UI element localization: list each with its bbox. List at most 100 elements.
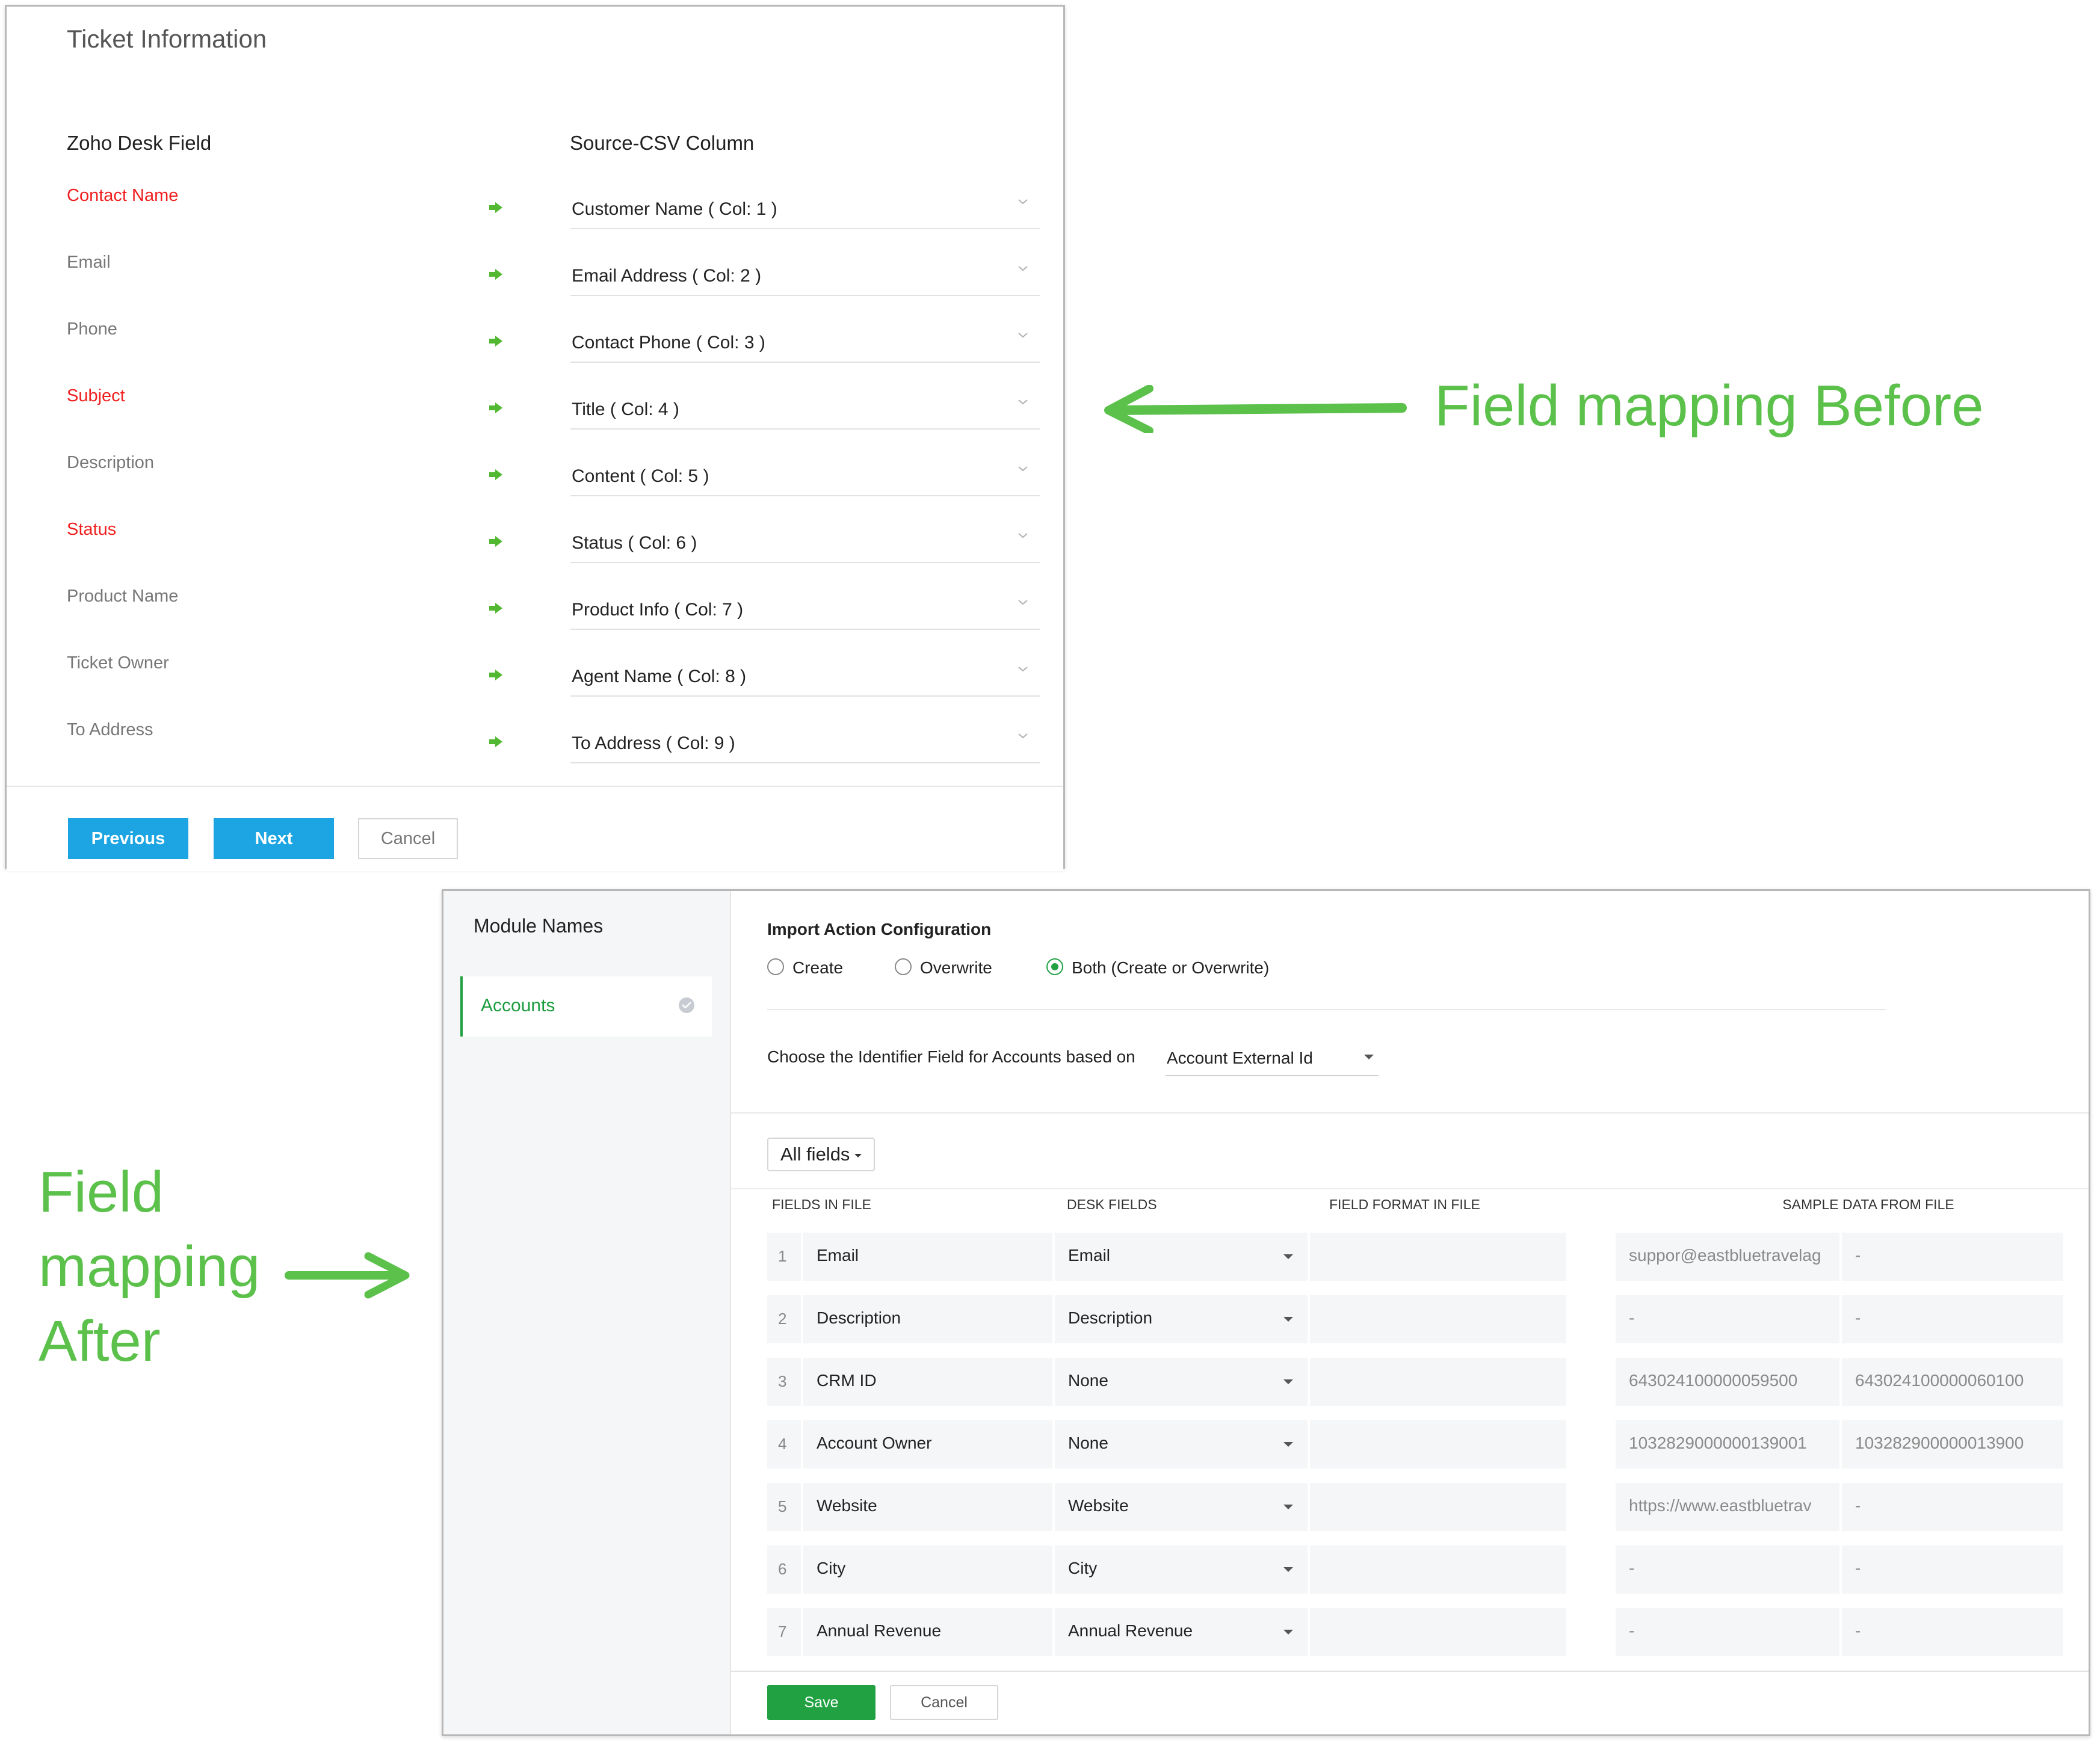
row-number: 4 (778, 1435, 787, 1453)
cancel-button[interactable]: Cancel (890, 1685, 998, 1720)
chevron-down-icon (1018, 266, 1028, 271)
desk-field-select[interactable]: Annual Revenue (1055, 1608, 1308, 1656)
csv-column-select[interactable]: To Address ( Col: 9 ) (570, 724, 1040, 763)
sample-data-value: 1032829000000139001 (1629, 1434, 1807, 1452)
sample-data-cell: - (1616, 1608, 1839, 1656)
module-sidebar: Module Names Accounts (443, 891, 731, 1734)
csv-column-select[interactable]: Email Address ( Col: 2 ) (570, 256, 1040, 296)
sample-data-cell: suppor@eastbluetravelag (1616, 1233, 1839, 1281)
desk-field-select[interactable]: None (1055, 1358, 1308, 1406)
file-field-cell: CRM ID (803, 1358, 1052, 1406)
field-format-cell (1310, 1608, 1566, 1656)
map-arrow-icon (489, 536, 502, 547)
column-header-desk-fields: DESK FIELDS (1067, 1197, 1157, 1212)
file-field-name: Website (817, 1496, 877, 1515)
sample-data-cell: 643024100000060100 (1842, 1358, 2063, 1406)
import-action-title: Import Action Configuration (767, 920, 992, 938)
mapping-row: Subject Title ( Col: 4 ) (7, 386, 1063, 453)
field-format-cell (1310, 1420, 1566, 1468)
identifier-select-value: Account External Id (1167, 1049, 1313, 1067)
zoho-field-label: Status (67, 520, 117, 539)
file-field-cell: City (803, 1545, 1052, 1594)
row-number-cell: 1 (767, 1233, 801, 1281)
check-circle-icon (679, 997, 694, 1013)
desk-field-value: None (1068, 1434, 1108, 1452)
row-number-cell: 7 (767, 1608, 801, 1656)
identifier-field-select[interactable]: Account External Id (1166, 1041, 1379, 1076)
desk-field-value: Description (1068, 1308, 1153, 1327)
sample-data-cell: - (1616, 1545, 1839, 1594)
csv-column-select[interactable]: Product Info ( Col: 7 ) (570, 590, 1040, 630)
csv-column-value: Contact Phone ( Col: 3 ) (572, 333, 765, 353)
desk-field-value: Email (1068, 1246, 1111, 1265)
file-field-name: Annual Revenue (817, 1621, 942, 1640)
cancel-button[interactable]: Cancel (358, 818, 458, 859)
sample-data-cell: - (1842, 1233, 2063, 1281)
left-arrow-icon (1104, 385, 1407, 433)
field-format-cell (1310, 1358, 1566, 1406)
desk-field-select[interactable]: Website (1055, 1483, 1308, 1531)
chevron-down-icon (1018, 199, 1028, 205)
source-csv-column-header: Source-CSV Column (570, 132, 755, 154)
csv-column-select[interactable]: Agent Name ( Col: 8 ) (570, 657, 1040, 697)
column-header-fields-in-file: FIELDS IN FILE (772, 1197, 871, 1212)
before-annotation-label: Field mapping Before (1434, 374, 1984, 438)
mapping-row: Ticket Owner Agent Name ( Col: 8 ) (7, 653, 1063, 720)
csv-column-value: Status ( Col: 6 ) (572, 533, 697, 553)
map-arrow-icon (489, 402, 502, 413)
desk-field-select[interactable]: City (1055, 1545, 1308, 1594)
row-number-cell: 6 (767, 1545, 801, 1594)
csv-column-select[interactable]: Title ( Col: 4 ) (570, 390, 1040, 430)
sample-data-value: - (1855, 1621, 1861, 1640)
all-fields-filter-button[interactable]: All fields (767, 1138, 876, 1171)
desk-field-select[interactable]: Email (1055, 1233, 1308, 1281)
sample-data-value: - (1629, 1308, 1635, 1327)
chevron-down-icon (1018, 333, 1028, 338)
right-arrow-icon (285, 1252, 410, 1299)
after-label-line: Field (39, 1160, 164, 1224)
mapping-row: Status Status ( Col: 6 ) (7, 520, 1063, 587)
wizard-footer: Previous Next Cancel (7, 786, 1063, 871)
desk-field-select[interactable]: Description (1055, 1295, 1308, 1343)
mapping-row: Product Name Product Info ( Col: 7 ) (7, 587, 1063, 653)
caret-down-icon (1283, 1505, 1293, 1509)
sample-data-value: 643024100000059500 (1629, 1371, 1798, 1390)
sample-data-cell: - (1842, 1608, 2063, 1656)
mapping-row: To Address To Address ( Col: 9 ) (7, 720, 1063, 787)
csv-column-value: To Address ( Col: 9 ) (572, 733, 735, 753)
chevron-down-icon (1018, 399, 1028, 405)
save-button[interactable]: Save (767, 1685, 876, 1720)
sample-data-value: - (1855, 1559, 1861, 1577)
zoho-field-label: Subject (67, 386, 125, 405)
field-format-cell (1310, 1295, 1566, 1343)
file-field-cell: Annual Revenue (803, 1608, 1052, 1656)
csv-column-value: Customer Name ( Col: 1 ) (572, 199, 777, 219)
sidebar-item-label: Accounts (481, 996, 555, 1015)
desk-field-select[interactable]: None (1055, 1420, 1308, 1468)
file-field-cell: Account Owner (803, 1420, 1052, 1468)
filter-label: All fields (780, 1144, 850, 1165)
sample-data-value: - (1629, 1621, 1635, 1640)
after-label-line: After (39, 1309, 161, 1373)
zoho-field-label: Email (67, 253, 111, 272)
previous-button[interactable]: Previous (68, 818, 188, 859)
chevron-down-icon (1018, 733, 1028, 739)
mapping-row: Email Email Address ( Col: 2 ) (7, 253, 1063, 319)
csv-column-select[interactable]: Customer Name ( Col: 1 ) (570, 189, 1040, 229)
divider (731, 1112, 2089, 1114)
map-arrow-icon (489, 603, 502, 614)
row-number: 6 (778, 1560, 787, 1578)
zoho-desk-field-header: Zoho Desk Field (67, 132, 212, 154)
desk-field-value: Website (1068, 1496, 1129, 1515)
sidebar-item-accounts[interactable]: Accounts (460, 976, 712, 1037)
map-arrow-icon (489, 202, 502, 213)
csv-column-select[interactable]: Contact Phone ( Col: 3 ) (570, 323, 1040, 363)
map-arrow-icon (489, 469, 502, 480)
file-field-name: Description (817, 1308, 901, 1327)
zoho-field-label: Product Name (67, 587, 179, 606)
next-button[interactable]: Next (214, 818, 334, 859)
row-number: 5 (778, 1497, 787, 1515)
desk-field-value: None (1068, 1371, 1108, 1390)
csv-column-select[interactable]: Content ( Col: 5 ) (570, 457, 1040, 496)
csv-column-select[interactable]: Status ( Col: 6 ) (570, 523, 1040, 563)
